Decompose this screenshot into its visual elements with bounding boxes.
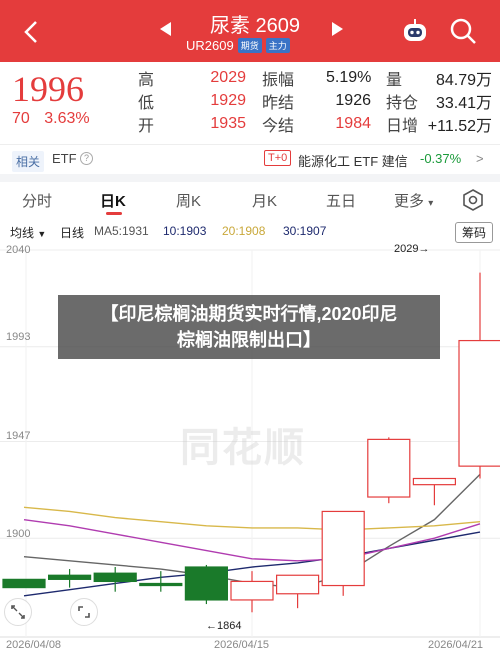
period-tabs: 分时 日K 周K 月K 五日 更多 ▾ <box>0 182 500 218</box>
day-line-label: 日线 <box>60 226 85 240</box>
related-tag: 相关 <box>12 151 45 172</box>
tab-more[interactable]: 更多 ▾ <box>394 190 433 211</box>
settle-value: 1984 <box>335 114 371 132</box>
open-interest-value: 33.41万 <box>435 94 492 112</box>
settings-gear-icon[interactable] <box>462 189 484 211</box>
tab-daily-k[interactable]: 日K <box>100 190 126 211</box>
last-price: 1996 <box>12 69 84 109</box>
volume-label: 量 <box>386 71 403 89</box>
ma20-value: 20:1908 <box>222 224 266 238</box>
contract-code: UR2609 期货 主力 <box>186 38 290 53</box>
related-etf-name[interactable]: 能源化工 ETF 建信 <box>298 151 408 170</box>
low-label: 低 <box>138 94 155 112</box>
page-title: 尿素 2609 <box>209 15 301 37</box>
crop-button[interactable] <box>70 598 98 626</box>
headline-overlay: 【印尼棕榈油期货实时行情,2020印尼 棕榈油限制出口】 <box>58 295 440 359</box>
related-etf-row[interactable]: 相关 ETF ? T+0 能源化工 ETF 建信 -0.37% > <box>0 144 500 174</box>
tab-monthly-k[interactable]: 月K <box>252 190 277 211</box>
candle-body <box>412 477 456 486</box>
tab-more-label: 更多 <box>394 193 425 210</box>
active-tab-indicator <box>106 212 122 215</box>
chip-button[interactable]: 筹码 <box>455 222 494 243</box>
info-icon[interactable]: ? <box>80 152 93 165</box>
open-label: 开 <box>138 117 155 135</box>
y-tick-label: 1947 <box>6 430 31 442</box>
tab-weekly-k[interactable]: 周K <box>176 190 201 211</box>
open-value: 1935 <box>210 114 246 132</box>
tab-five-day[interactable]: 五日 <box>326 190 356 211</box>
high-label: 高 <box>138 71 155 89</box>
caret-down-icon: ▼ <box>37 229 47 239</box>
price-change: 70 3.63% <box>12 110 100 128</box>
caret-down-icon: ▾ <box>428 198 434 209</box>
candle-body <box>367 438 411 498</box>
expand-icon <box>11 605 25 619</box>
x-tick-label: 2026/04/21 <box>428 639 484 651</box>
y-tick-label: 1993 <box>6 331 31 343</box>
candle-body <box>93 572 137 583</box>
chevron-right-icon[interactable]: > <box>476 151 484 166</box>
low-value: 1929 <box>210 91 246 109</box>
indicator-bar: 均线 ▼ 日线 MA5:1931 10:1903 20:1908 30:1907… <box>0 220 500 243</box>
quote-col-2: 振幅 5.19% 昨结 1926 今结 1984 <box>262 66 371 135</box>
quote-col-1: 高 2029 低 1929 开 1935 <box>138 66 246 135</box>
assistant-robot-icon[interactable] <box>400 16 430 46</box>
high-value: 2029 <box>210 68 246 86</box>
low-annotation: ←1864 <box>206 620 242 632</box>
y-tick-label: 2040 <box>6 244 31 256</box>
change-value: 70 <box>12 110 30 127</box>
high-annotation: 2029→ <box>394 243 430 255</box>
frame-icon <box>78 606 90 618</box>
y-tick-label: 1900 <box>6 528 31 540</box>
candle-body <box>184 566 228 601</box>
ma-selector-label: 均线 <box>10 226 35 240</box>
futures-badge: 期货 <box>237 38 262 53</box>
headline-line-2: 棕榈油限制出口】 <box>177 330 321 350</box>
candle-body <box>230 580 274 601</box>
open-interest-label: 持仓 <box>386 94 419 112</box>
ma30-value: 30:1907 <box>283 224 327 238</box>
prev-contract-icon[interactable] <box>160 22 171 36</box>
section-divider <box>0 174 500 182</box>
candle-body <box>276 574 320 595</box>
tab-intraday[interactable]: 分时 <box>22 190 52 211</box>
candle-body <box>2 578 46 589</box>
daily-increase-value: +11.52万 <box>427 117 492 135</box>
etf-label: ETF <box>52 151 77 166</box>
amplitude-label: 振幅 <box>262 71 295 89</box>
main-contract-badge: 主力 <box>265 38 290 53</box>
watermark-text: 同花顺 <box>180 426 306 470</box>
t0-badge: T+0 <box>264 150 292 166</box>
candle-body <box>47 574 92 580</box>
ma10-value: 10:1903 <box>163 224 207 238</box>
header-bar: 尿素 2609 UR2609 期货 主力 <box>0 0 500 62</box>
candle-body <box>139 582 183 587</box>
next-contract-icon[interactable] <box>332 22 343 36</box>
volume-value: 84.79万 <box>435 71 492 89</box>
quote-col-3: 量 84.79万 持仓 33.41万 日增 +11.52万 <box>386 66 492 135</box>
quote-panel: 1996 70 3.63% 高 2029 低 1929 开 1935 振幅 5.19% … <box>0 62 500 142</box>
x-tick-label: 2026/04/08 <box>6 639 62 651</box>
ma5-value: MA5:1931 <box>94 224 149 238</box>
prev-settle-value: 1926 <box>335 91 371 109</box>
amplitude-value: 5.19% <box>326 68 372 86</box>
ma-selector[interactable]: 均线 ▼ <box>10 224 46 241</box>
candle-body <box>321 510 365 587</box>
settle-label: 今结 <box>262 117 295 135</box>
back-arrow-icon[interactable] <box>18 18 46 46</box>
prev-settle-label: 昨结 <box>262 94 295 112</box>
daily-increase-label: 日增 <box>386 117 419 135</box>
headline-line-1: 【印尼棕榈油期货实时行情,2020印尼 <box>100 304 398 324</box>
related-etf-change: -0.37% <box>420 151 462 166</box>
candle-body <box>458 339 500 467</box>
change-percent: 3.63% <box>44 110 90 127</box>
search-icon[interactable] <box>448 16 478 46</box>
fullscreen-button[interactable] <box>4 598 32 626</box>
x-tick-label: 2026/04/15 <box>214 639 270 651</box>
contract-code-text: UR2609 <box>186 38 234 53</box>
